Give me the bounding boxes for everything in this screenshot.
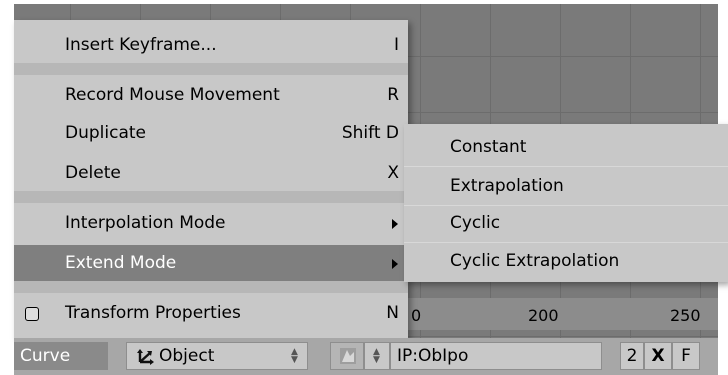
- menu-item-extend-mode[interactable]: Extend Mode: [14, 245, 408, 281]
- scale-label-250: 250: [670, 306, 701, 325]
- object-axes-icon: [137, 349, 154, 365]
- submenu-item-label: Cyclic Extrapolation: [450, 251, 620, 271]
- menu-item-shortcut: Shift D: [341, 123, 399, 143]
- unlink-ipo-button[interactable]: X: [644, 342, 672, 370]
- submenu-item-extrapolation[interactable]: Extrapolation: [404, 167, 728, 206]
- updown-arrows-icon: ▲ ▼: [373, 347, 380, 365]
- menu-item-shortcut: R: [387, 85, 399, 105]
- extend-mode-submenu: Constant Extrapolation Cyclic Cyclic Ext…: [404, 124, 728, 282]
- scale-label-0: 0: [411, 306, 422, 325]
- menu-item-record-mouse-movement[interactable]: Record Mouse Movement R: [14, 77, 408, 113]
- menu-item-label: Interpolation Mode: [65, 213, 226, 233]
- menu-separator: [14, 281, 408, 293]
- window-border-left: [0, 0, 14, 375]
- ipo-browse-button[interactable]: [330, 342, 364, 370]
- curve-menu-popup: Insert Keyframe... I Record Mouse Moveme…: [14, 20, 408, 338]
- updown-arrows-icon: ▲ ▼: [291, 347, 298, 365]
- menu-separator: [14, 63, 408, 75]
- menu-item-label: Extend Mode: [65, 253, 177, 273]
- menu-item-label: Transform Properties: [65, 303, 241, 323]
- ipo-browse-icon: [340, 348, 356, 364]
- menu-item-duplicate[interactable]: Duplicate Shift D: [14, 115, 408, 151]
- users-count-field[interactable]: 2: [620, 342, 644, 370]
- checkbox-icon[interactable]: [25, 307, 39, 321]
- ipo-type-select[interactable]: Object ▲ ▼: [126, 342, 308, 370]
- menu-item-shortcut: N: [386, 303, 399, 323]
- menu-item-label: Insert Keyframe...: [65, 35, 217, 55]
- submenu-item-cyclic-extrapolation[interactable]: Cyclic Extrapolation: [404, 242, 728, 280]
- menu-item-delete[interactable]: Delete X: [14, 155, 408, 191]
- submenu-item-label: Cyclic: [450, 213, 501, 233]
- menu-item-label: Delete: [65, 163, 121, 183]
- submenu-arrow-icon: [392, 259, 398, 269]
- window-border-top: [0, 0, 728, 4]
- menu-item-label: Record Mouse Movement: [65, 85, 280, 105]
- ipo-browse-updown-button[interactable]: ▲ ▼: [364, 342, 390, 370]
- fake-user-button[interactable]: F: [672, 342, 700, 370]
- submenu-item-label: Constant: [450, 137, 527, 157]
- curve-menu-button[interactable]: Curve: [14, 342, 108, 370]
- ipo-header-bar: Curve Object ▲ ▼ ▲ ▼ IP:ObIpo 2 X F: [14, 338, 718, 375]
- menu-item-insert-keyframe[interactable]: Insert Keyframe... I: [14, 27, 408, 63]
- submenu-item-constant[interactable]: Constant: [404, 128, 728, 167]
- submenu-item-label: Extrapolation: [450, 176, 564, 196]
- ipo-type-label: Object: [159, 346, 215, 366]
- menu-separator: [14, 191, 408, 203]
- menu-item-interpolation-mode[interactable]: Interpolation Mode: [14, 205, 408, 241]
- menu-item-label: Duplicate: [65, 123, 146, 143]
- menu-item-transform-properties[interactable]: Transform Properties N: [14, 295, 408, 331]
- menu-item-shortcut: X: [387, 163, 399, 183]
- menu-item-shortcut: I: [393, 35, 399, 55]
- submenu-arrow-icon: [392, 219, 398, 229]
- ipo-name-field[interactable]: IP:ObIpo: [390, 342, 602, 370]
- scale-label-200: 200: [528, 306, 559, 325]
- submenu-item-cyclic[interactable]: Cyclic: [404, 204, 728, 243]
